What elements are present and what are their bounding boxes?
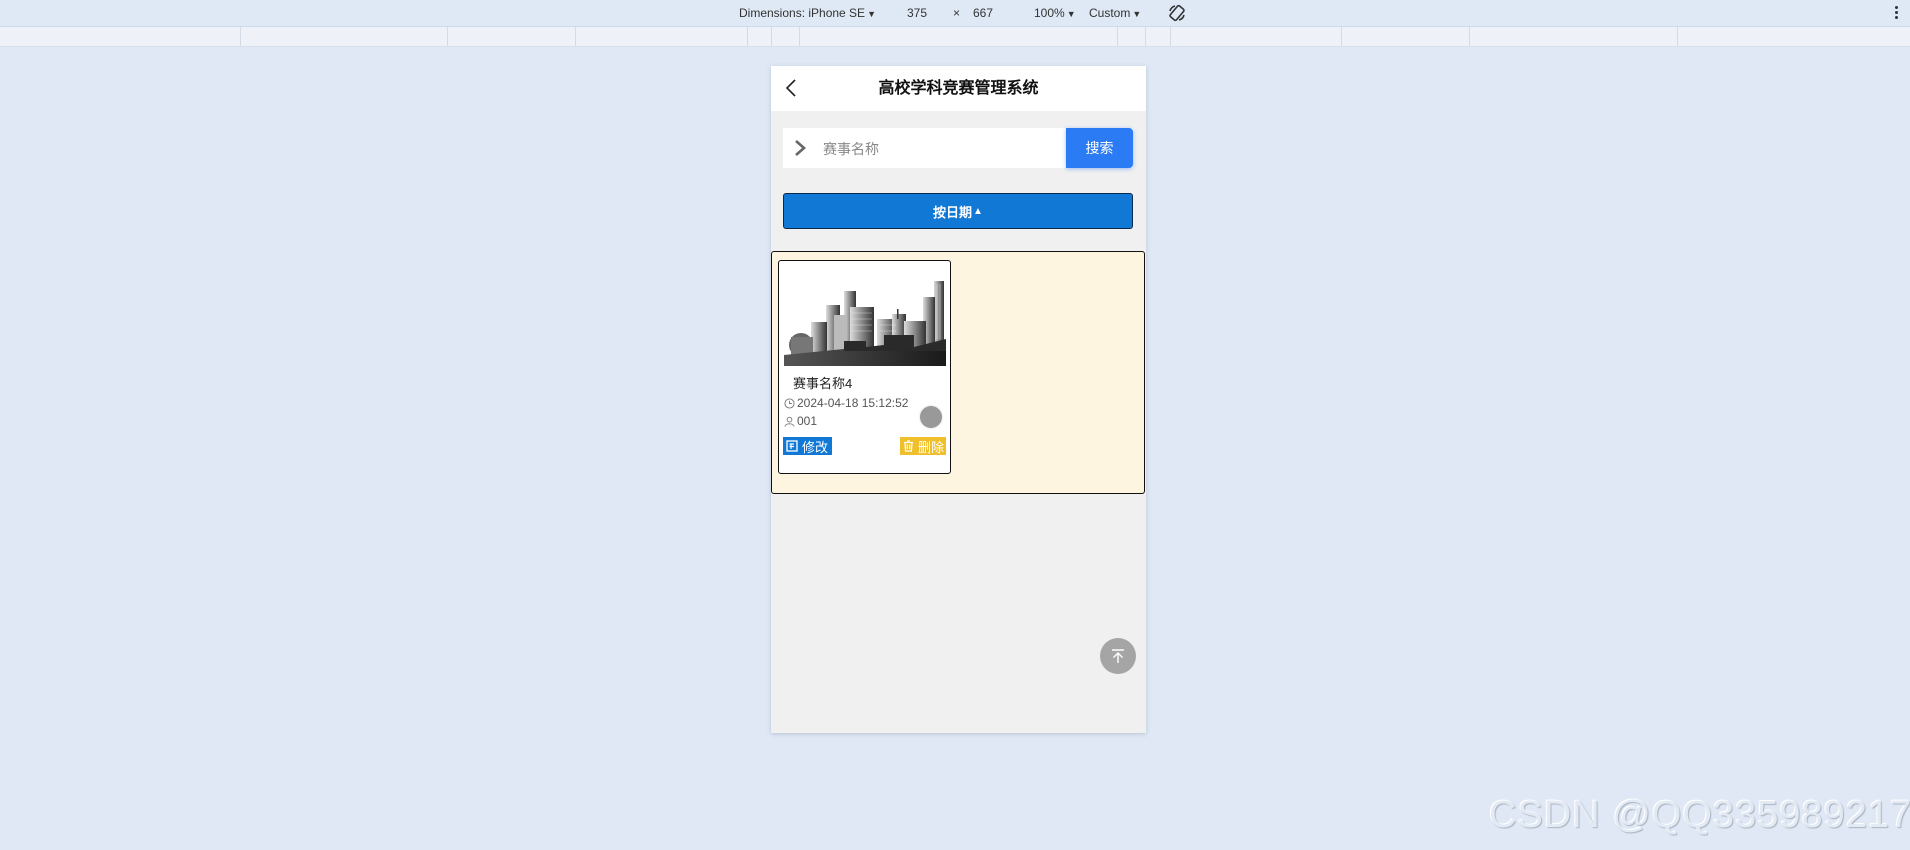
ruler-tick[interactable]	[1117, 27, 1118, 46]
times-sign: ×	[953, 6, 961, 20]
app-header: 高校学科竞赛管理系统	[771, 66, 1146, 111]
media-query-ruler	[0, 26, 1910, 47]
edit-icon	[786, 440, 798, 452]
chevron-right-icon	[795, 140, 806, 156]
edit-button[interactable]: 修改	[783, 437, 833, 455]
rotate-icon[interactable]	[1167, 3, 1187, 23]
datetime-text: 2024-04-18 15:12:52	[797, 396, 909, 410]
event-name: 赛事名称4	[793, 376, 853, 391]
page-title: 高校学科竞赛管理系统	[878, 80, 1039, 97]
dropdown-caret-icon: ▼	[1066, 9, 1076, 19]
user-icon	[784, 416, 795, 427]
edit-label: 修改	[802, 439, 829, 455]
ruler-tick[interactable]	[447, 27, 448, 46]
device-select[interactable]: Dimensions: iPhone SE ▼	[739, 6, 876, 20]
width-input[interactable]: 375	[907, 6, 927, 20]
zoom-select[interactable]: 100% ▼	[1034, 6, 1076, 20]
event-datetime: 2024-04-18 15:12:52	[784, 396, 908, 410]
throttle-select[interactable]: Custom ▼	[1089, 6, 1141, 20]
ruler-tick[interactable]	[747, 27, 748, 46]
ruler-tick[interactable]	[1170, 27, 1171, 46]
delete-button[interactable]: 删除	[899, 437, 946, 455]
back-to-top-button[interactable]	[1100, 638, 1136, 674]
arrow-to-top-icon	[1112, 649, 1124, 663]
ruler-tick[interactable]	[240, 27, 241, 46]
zoom-label: 100%	[1034, 6, 1065, 20]
clock-icon	[784, 397, 795, 409]
delete-label: 删除	[917, 439, 944, 455]
ruler-tick[interactable]	[1677, 27, 1678, 46]
event-list: 赛事名称4 2024-04-18 15:12:52 001 修改 删除	[771, 251, 1145, 494]
search-input[interactable]	[821, 128, 1015, 170]
trash-icon	[903, 440, 913, 452]
event-card[interactable]: 赛事名称4 2024-04-18 15:12:52 001 修改 删除	[778, 260, 951, 474]
ruler-tick[interactable]	[799, 27, 800, 46]
event-user: 001	[784, 414, 817, 428]
dropdown-caret-icon: ▼	[867, 9, 876, 19]
sort-label: 按日期	[933, 204, 973, 220]
search-bar: 搜索	[783, 128, 1133, 170]
ruler-tick[interactable]	[771, 27, 772, 46]
city-skyline-image	[784, 279, 946, 366]
search-button[interactable]: 搜索	[1066, 128, 1133, 168]
sort-by-date-button[interactable]: 按日期 ▲	[783, 193, 1133, 229]
ruler-tick[interactable]	[1145, 27, 1146, 46]
ruler-tick[interactable]	[1469, 27, 1470, 46]
ruler-tick[interactable]	[575, 27, 576, 46]
user-text: 001	[797, 414, 818, 428]
caret-up-icon: ▲	[973, 205, 983, 217]
device-label: Dimensions: iPhone SE	[739, 6, 866, 20]
status-indicator	[920, 406, 942, 428]
throttle-label: Custom	[1089, 6, 1131, 20]
devtools-toolbar: Dimensions: iPhone SE ▼ 375 × 667 100% ▼ C…	[0, 0, 1910, 26]
kebab-menu-icon[interactable]	[1893, 4, 1899, 22]
height-input[interactable]: 667	[973, 6, 993, 20]
ruler-tick[interactable]	[1341, 27, 1342, 46]
chevron-left-icon[interactable]	[781, 77, 803, 99]
phone-viewport: 高校学科竞赛管理系统 搜索 按日期▲	[771, 66, 1146, 733]
watermark: CSDN @QQ3359892174	[1489, 794, 1910, 836]
dropdown-caret-icon: ▼	[1132, 9, 1142, 19]
